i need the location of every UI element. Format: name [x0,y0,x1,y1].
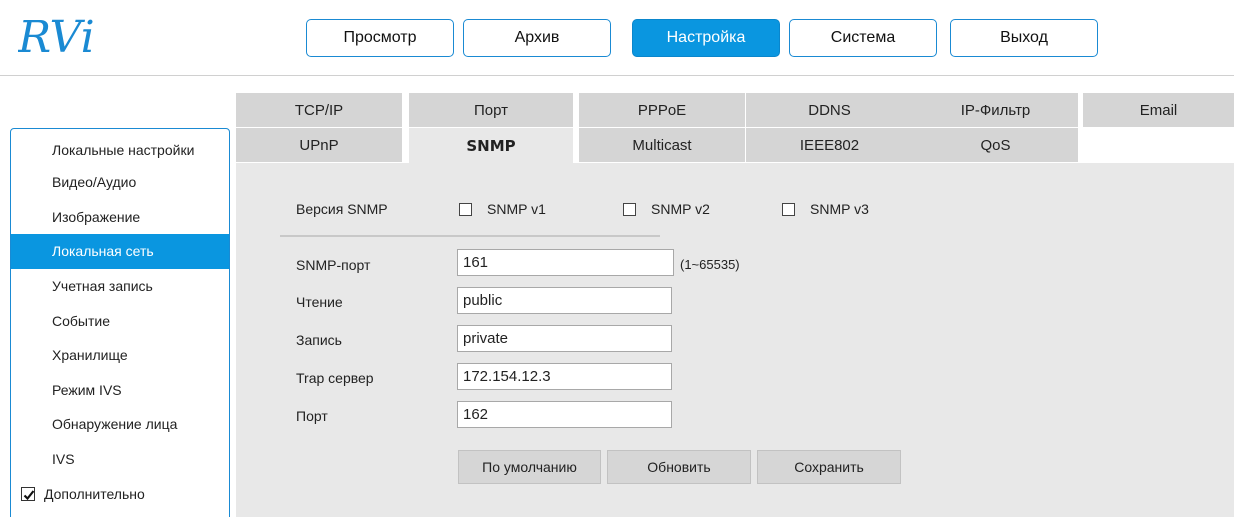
port-range-hint: (1~65535) [680,257,740,272]
tab-qos[interactable]: QoS [913,128,1078,162]
logo-text: RVi [18,12,95,60]
snmp-port-input[interactable]: 161 [457,249,674,276]
save-button[interactable]: Сохранить [757,450,901,484]
sidebar-item-account[interactable]: Учетная запись [11,269,229,304]
tab-ddns[interactable]: DDNS [746,93,913,127]
snmp-v2-option[interactable]: SNMP v2 [623,201,710,217]
read-community-input[interactable]: public [457,287,672,314]
tab-ieee802[interactable]: IEEE802 [746,128,913,162]
read-community-label: Чтение [296,294,343,310]
snmp-port-label: SNMP-порт [296,257,371,273]
snmp-v2-checkbox[interactable] [623,202,636,216]
snmp-v2-label: SNMP v2 [651,201,710,217]
settings-sidebar: Локальные настройки Видео/Аудио Изображе… [10,128,230,517]
tab-email[interactable]: Email [1083,93,1234,127]
sidebar-item-ivs[interactable]: IVS [11,442,229,477]
snmp-settings-panel: Версия SNMP SNMP v1 SNMP v2 SNMP v3 SNMP… [236,163,1234,517]
nav-view-button[interactable]: Просмотр [306,19,454,57]
sidebar-item-image[interactable]: Изображение [11,200,229,235]
section-divider [280,235,660,237]
tab-multicast[interactable]: Multicast [579,128,745,162]
trap-server-label: Trap сервер [296,370,374,386]
snmp-v1-checkbox[interactable] [459,202,472,216]
snmp-v1-label: SNMP v1 [487,201,546,217]
tab-tcpip[interactable]: TCP/IP [236,93,402,127]
trap-port-label: Порт [296,408,328,424]
advanced-checkbox[interactable] [21,486,35,501]
trap-server-input[interactable]: 172.154.12.3 [457,363,672,390]
sidebar-item-face-detection[interactable]: Обнаружение лица [11,407,229,442]
sidebar-item-network[interactable]: Локальная сеть [11,234,229,269]
sidebar-item-ivs-mode[interactable]: Режим IVS [11,373,229,408]
snmp-v1-option[interactable]: SNMP v1 [459,201,546,217]
sidebar-item-advanced[interactable]: Дополнительно [11,476,229,511]
snmp-v3-option[interactable]: SNMP v3 [782,201,869,217]
write-community-input[interactable]: private [457,325,672,352]
default-button[interactable]: По умолчанию [458,450,601,484]
snmp-version-label: Версия SNMP [296,201,388,217]
tab-snmp[interactable]: SNMP [409,128,573,163]
sidebar-item-video-audio[interactable]: Видео/Аудио [11,165,229,200]
tab-pppoe[interactable]: PPPoE [579,93,745,127]
nav-logout-button[interactable]: Выход [950,19,1098,57]
write-community-label: Запись [296,332,342,348]
check-icon [23,489,35,500]
tab-ip-filter[interactable]: IP-Фильтр [913,93,1078,127]
sidebar-item-label: Дополнительно [44,485,145,502]
sidebar-item-local-settings[interactable]: Локальные настройки [11,129,229,165]
nav-system-button[interactable]: Система [789,19,937,57]
header-divider [0,75,1234,76]
sidebar-item-storage[interactable]: Хранилище [11,338,229,373]
tab-port[interactable]: Порт [409,93,573,127]
nav-settings-button[interactable]: Настройка [632,19,780,57]
trap-port-input[interactable]: 162 [457,401,672,428]
tab-upnp[interactable]: UPnP [236,128,402,162]
nav-archive-button[interactable]: Архив [463,19,611,57]
sidebar-item-event[interactable]: Событие [11,303,229,338]
refresh-button[interactable]: Обновить [607,450,751,484]
rvi-logo: RVi [18,12,95,60]
snmp-v3-label: SNMP v3 [810,201,869,217]
snmp-v3-checkbox[interactable] [782,202,795,216]
